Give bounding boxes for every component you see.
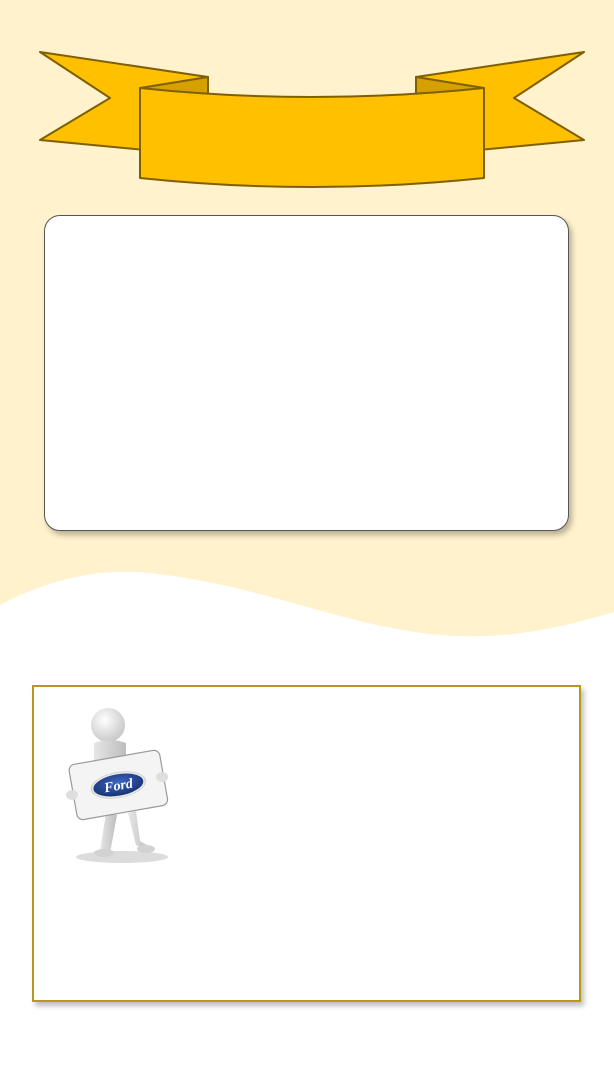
info-card	[44, 215, 569, 531]
ribbon-banner	[36, 44, 588, 194]
brand-card: Ford	[32, 685, 581, 1002]
mascot-holding-logo-sign: Ford	[66, 708, 169, 863]
info-card-text	[45, 216, 568, 256]
page: Ford	[0, 0, 614, 1091]
